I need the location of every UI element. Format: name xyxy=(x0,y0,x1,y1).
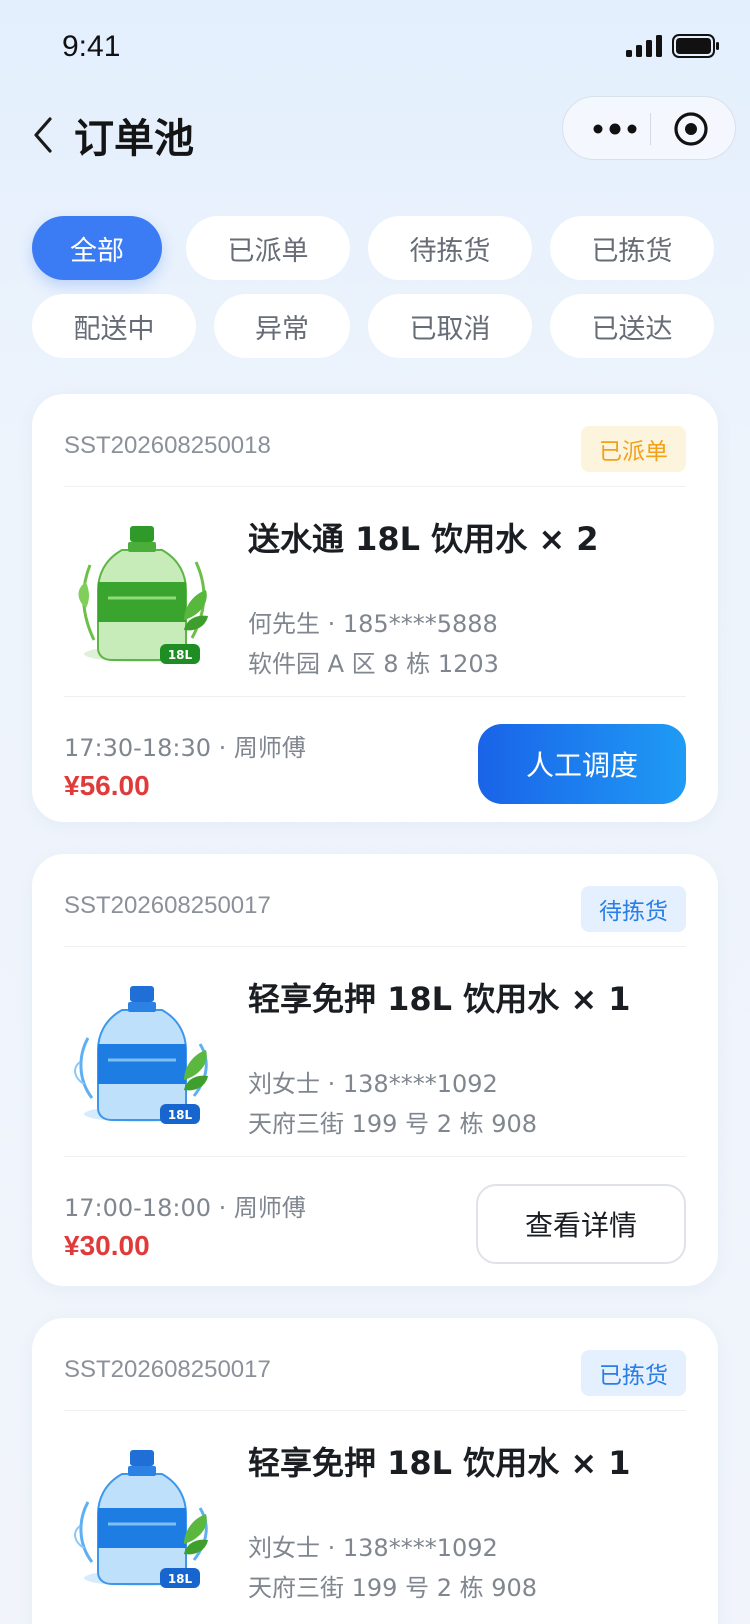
filter-chip-abnormal[interactable]: 异常 xyxy=(214,294,350,358)
view-details-button[interactable]: 查看详情 xyxy=(476,1184,686,1264)
target-circle-icon[interactable] xyxy=(671,109,711,149)
product-title: 轻享免押 18L 饮用水 × 1 xyxy=(248,980,631,1018)
card-divider xyxy=(64,1156,686,1157)
page-title: 订单池 xyxy=(74,116,194,162)
filter-chip-picked[interactable]: 已拣货 xyxy=(550,216,714,280)
status-badge: 待拣货 xyxy=(581,886,686,932)
bottle-tag: 18L xyxy=(168,1108,193,1122)
battery-icon xyxy=(672,34,719,58)
bottle-tag: 18L xyxy=(168,648,193,662)
filter-chip-to-pick[interactable]: 待拣货 xyxy=(368,216,532,280)
delivery-address: 软件园 A 区 8 栋 1203 xyxy=(248,650,499,678)
order-card[interactable]: SST202608250017 已拣货 18L 轻享免押 18L 饮用水 × 1… xyxy=(32,1318,718,1624)
customer-info: 何先生 · 185****5888 xyxy=(248,610,498,638)
blue-water-bottle-icon: 18L xyxy=(74,1450,208,1588)
filter-chip-dispatched[interactable]: 已派单 xyxy=(186,216,350,280)
filter-chip-all[interactable]: 全部 xyxy=(32,216,162,280)
delivery-address: 天府三街 199 号 2 栋 908 xyxy=(248,1110,538,1138)
signal-icon xyxy=(626,35,662,57)
filter-chip-delivering[interactable]: 配送中 xyxy=(32,294,196,358)
status-bar: 9:41 xyxy=(0,0,750,96)
bottle-tag: 18L xyxy=(168,1572,193,1586)
order-card[interactable]: SST202608250017 待拣货 18L 轻享免押 18L 饮用水 × 1… xyxy=(32,854,718,1286)
customer-info: 刘女士 · 138****1092 xyxy=(248,1534,498,1562)
order-number: SST202608250017 xyxy=(64,892,271,919)
order-number: SST202608250018 xyxy=(64,432,271,459)
filter-chip-delivered[interactable]: 已送达 xyxy=(550,294,714,358)
blue-water-bottle-icon: 18L xyxy=(74,986,208,1124)
more-dots-icon[interactable] xyxy=(585,109,645,149)
product-title: 轻享免押 18L 饮用水 × 1 xyxy=(248,1444,631,1482)
order-number: SST202608250017 xyxy=(64,1356,271,1383)
manual-dispatch-button[interactable]: 人工调度 xyxy=(478,724,686,804)
chevron-left-icon[interactable] xyxy=(28,110,58,160)
nav-bar: 订单池 xyxy=(0,96,750,186)
status-time: 9:41 xyxy=(62,30,121,63)
card-divider xyxy=(64,696,686,697)
capsule-divider xyxy=(650,113,651,145)
status-badge: 已派单 xyxy=(581,426,686,472)
customer-info: 刘女士 · 138****1092 xyxy=(248,1070,498,1098)
product-title: 送水通 18L 饮用水 × 2 xyxy=(248,520,599,558)
order-price: ¥56.00 xyxy=(64,770,150,801)
green-water-bottle-icon: 18L xyxy=(78,526,208,664)
delivery-time-courier: 17:30-18:30 · 周师傅 xyxy=(64,734,306,762)
card-divider xyxy=(64,486,686,487)
order-card[interactable]: SST202608250018 已派单 18L 送水通 18L 饮用水 × 2 … xyxy=(32,394,718,822)
delivery-address: 天府三街 199 号 2 栋 908 xyxy=(248,1574,538,1602)
card-divider xyxy=(64,1410,686,1411)
filter-chip-cancelled[interactable]: 已取消 xyxy=(368,294,532,358)
mini-program-capsule xyxy=(562,96,736,160)
card-divider xyxy=(64,946,686,947)
order-price: ¥30.00 xyxy=(64,1230,150,1261)
status-badge: 已拣货 xyxy=(581,1350,686,1396)
delivery-time-courier: 17:00-18:00 · 周师傅 xyxy=(64,1194,306,1222)
